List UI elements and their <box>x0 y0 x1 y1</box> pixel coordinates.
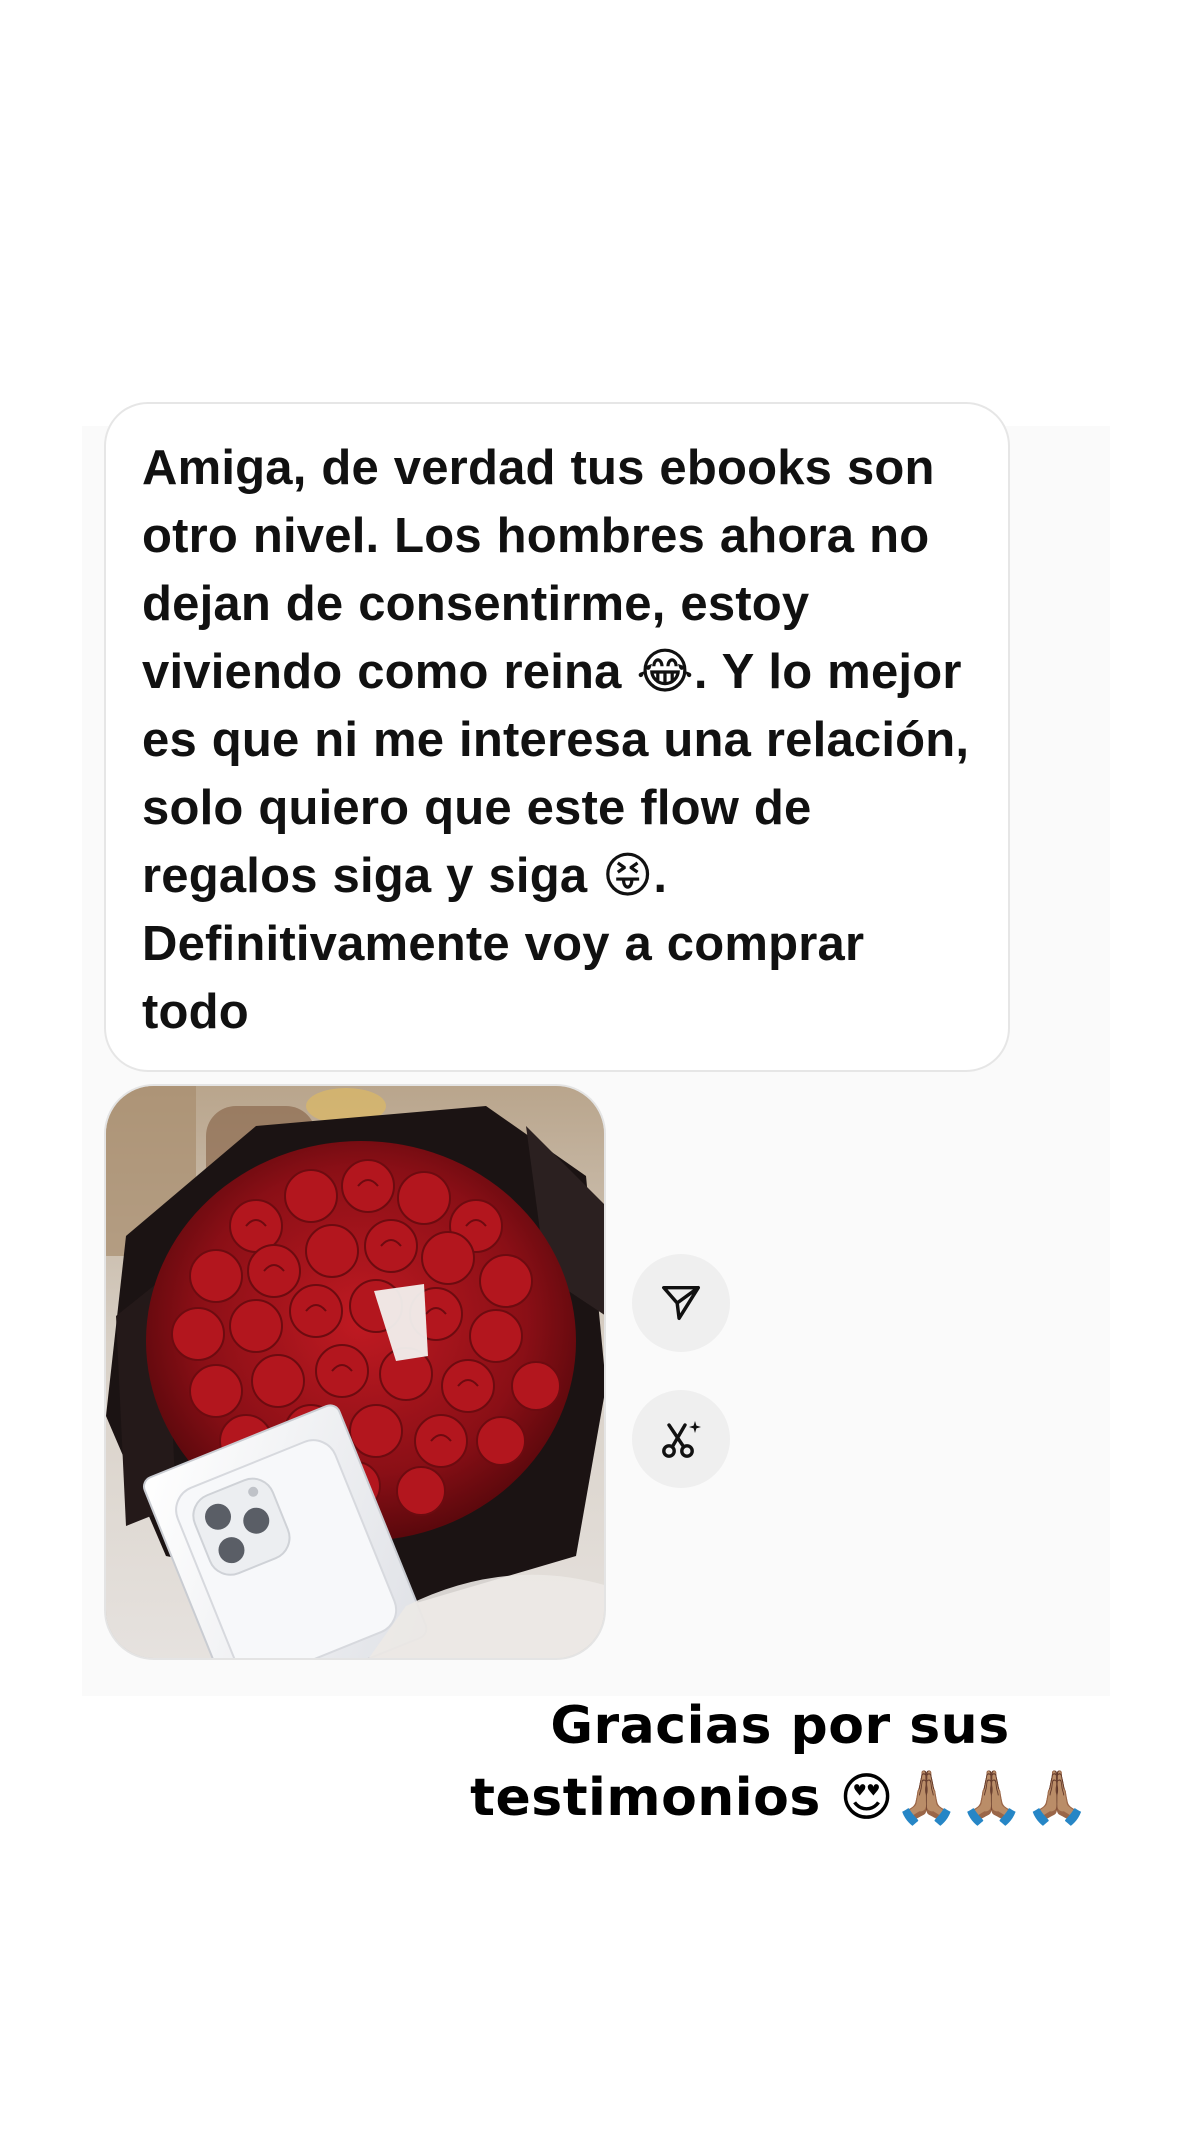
share-button[interactable] <box>632 1254 730 1352</box>
send-icon <box>662 1285 700 1321</box>
caption-line-1: Gracias por sus <box>550 1696 1010 1756</box>
story-page: Amiga, de verdad tus ebooks son otro niv… <box>0 0 1200 2133</box>
roses-photo[interactable] <box>104 1084 606 1660</box>
story-caption: Gracias por sus testimonios 😍🙏🏽🙏🏽🙏🏽 <box>440 1690 1120 1834</box>
message-text: Amiga, de verdad tus ebooks son otro niv… <box>142 441 970 1039</box>
scissors-sparkle-icon <box>662 1421 701 1458</box>
cutout-sticker-button[interactable] <box>632 1390 730 1488</box>
roses-bouquet-image <box>106 1086 604 1658</box>
received-message-bubble: Amiga, de verdad tus ebooks son otro niv… <box>104 402 1010 1072</box>
caption-line-2: testimonios 😍🙏🏽🙏🏽🙏🏽 <box>470 1768 1090 1828</box>
